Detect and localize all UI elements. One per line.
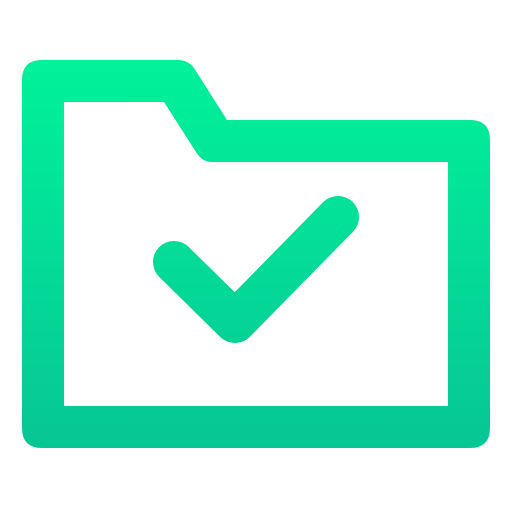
folder-check-icon bbox=[22, 60, 490, 448]
check-mark bbox=[153, 196, 359, 343]
icon-canvas bbox=[0, 0, 512, 512]
folder-outline bbox=[22, 60, 490, 448]
